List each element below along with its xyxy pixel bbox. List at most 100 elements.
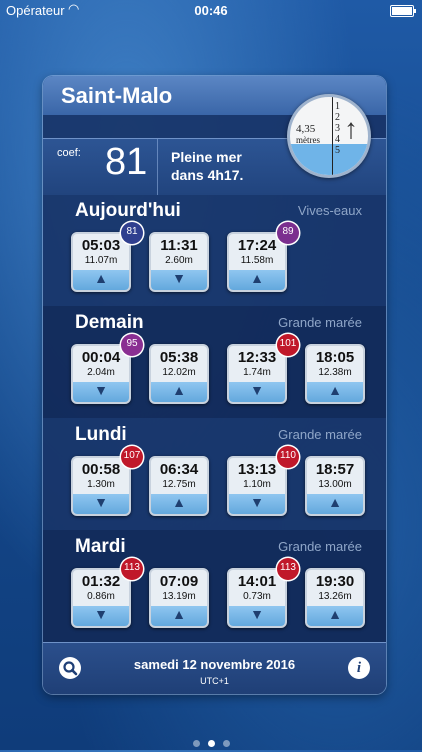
rising-arrow-icon: ▲ <box>172 494 186 510</box>
tide-widget-card: Saint-Malo coef: 81 Pleine mer dans 4h17… <box>43 76 386 694</box>
tide-height: 13.26m <box>318 591 352 602</box>
coef-label: coef: <box>57 147 81 159</box>
day-name: Aujourd'hui <box>75 200 181 221</box>
divider <box>157 139 158 195</box>
tide-height: 11.58m <box>240 255 274 266</box>
info-icon: i <box>356 660 362 676</box>
high-tide-card[interactable]: 07:09 13.19m ▲ <box>149 568 209 628</box>
gauge-unit: mètres <box>296 135 320 145</box>
coefficient-badge: 95 <box>121 334 143 356</box>
low-tide-card[interactable]: 00:58 1.30m ▼ <box>71 456 131 516</box>
tide-time: 11:31 <box>160 237 198 254</box>
rising-arrow-icon: ▲ <box>172 606 186 622</box>
page-dot[interactable] <box>207 740 215 747</box>
day-name: Mardi <box>75 536 126 557</box>
tide-time: 14:01 <box>237 573 277 590</box>
gauge-scale-number: 5 <box>335 145 340 156</box>
tide-height: 1.10m <box>243 479 271 490</box>
rising-arrow-icon: ▲ <box>328 606 342 622</box>
gauge-scale-number: 1 <box>335 101 340 112</box>
tide-time: 00:04 <box>81 349 121 366</box>
tide-time: 19:30 <box>315 573 355 590</box>
high-tide-card[interactable]: 05:03 11.07m ▲ <box>71 232 131 292</box>
water-level-gauge: 12345 4,35 mètres ↑ <box>287 94 371 178</box>
high-tide-card[interactable]: 05:38 12.02m ▲ <box>149 344 209 404</box>
coefficient-badge: 113 <box>121 558 143 580</box>
tide-time: 05:03 <box>81 237 121 254</box>
day-section: Demain Grande marée 00:04 2.04m ▼ 95 05:38 12.0… <box>43 306 386 418</box>
coefficient-badge: 81 <box>121 222 143 244</box>
current-date: samedi 12 novembre 2016 <box>133 657 296 672</box>
tide-height: 2.60m <box>165 255 193 266</box>
tide-time: 18:05 <box>315 349 355 366</box>
gauge-scale-number: 2 <box>335 112 340 123</box>
coef-value: 81 <box>105 141 148 183</box>
tide-height: 13.00m <box>318 479 352 490</box>
rising-arrow-icon: ▲ <box>328 382 342 398</box>
coefficient-badge: 110 <box>277 446 299 468</box>
gauge-scale-number: 3 <box>335 123 340 134</box>
city-name[interactable]: Saint-Malo <box>61 83 172 109</box>
footer-bar: samedi 12 novembre 2016 UTC+1 i <box>43 642 386 694</box>
tide-time: 05:38 <box>159 349 199 366</box>
day-section: Lundi Grande marée 00:58 1.30m ▼ 107 06:34 12.7… <box>43 418 386 530</box>
page-dot[interactable] <box>222 740 230 747</box>
tide-time: 18:57 <box>315 461 355 478</box>
tide-height: 11.07m <box>84 255 118 266</box>
day-section: Aujourd'hui Vives-eaux 05:03 11.07m ▲ 81 11:31… <box>43 194 386 306</box>
low-tide-card[interactable]: 00:04 2.04m ▼ <box>71 344 131 404</box>
tide-type-label: Vives-eaux <box>297 203 362 218</box>
falling-arrow-icon: ▼ <box>94 382 108 398</box>
rising-arrow-icon: ▲ <box>94 270 108 286</box>
tide-time: 12:33 <box>237 349 277 366</box>
timezone-label: UTC+1 <box>200 676 229 686</box>
gauge-value: 4,35 <box>296 123 316 135</box>
coefficient-badge: 107 <box>121 446 143 468</box>
tide-time: 13:13 <box>237 461 277 478</box>
low-tide-card[interactable]: 12:33 1.74m ▼ <box>227 344 287 404</box>
rising-arrow-icon: ▲ <box>328 494 342 510</box>
tide-type-label: Grande marée <box>278 427 362 442</box>
low-tide-card[interactable]: 11:31 2.60m ▼ <box>149 232 209 292</box>
page-indicator[interactable] <box>0 734 422 752</box>
falling-arrow-icon: ▼ <box>250 606 264 622</box>
info-button[interactable]: i <box>348 657 370 679</box>
low-tide-card[interactable]: 14:01 0.73m ▼ <box>227 568 287 628</box>
page-dot[interactable] <box>192 740 200 747</box>
falling-arrow-icon: ▼ <box>94 494 108 510</box>
tide-height: 0.73m <box>243 591 271 602</box>
coefficient-badge: 101 <box>277 334 299 356</box>
falling-arrow-icon: ▼ <box>94 606 108 622</box>
falling-arrow-icon: ▼ <box>250 494 264 510</box>
tide-height: 2.04m <box>87 367 115 378</box>
tide-height: 12.75m <box>162 479 196 490</box>
coefficient-badge: 113 <box>277 558 299 580</box>
gauge-water-fill <box>290 143 368 175</box>
rising-arrow-icon: ▲ <box>172 382 186 398</box>
tide-height: 12.38m <box>318 367 352 378</box>
gauge-scale-number: 4 <box>335 134 340 145</box>
tide-type-label: Grande marée <box>278 315 362 330</box>
high-tide-card[interactable]: 17:24 11.58m ▲ <box>227 232 287 292</box>
low-tide-card[interactable]: 13:13 1.10m ▼ <box>227 456 287 516</box>
high-tide-card[interactable]: 19:30 13.26m ▲ <box>305 568 365 628</box>
day-section: Mardi Grande marée 01:32 0.86m ▼ 113 07:09 13.1… <box>43 530 386 642</box>
status-bar: Opérateur ◠ 00:46 <box>0 0 422 22</box>
tide-time: 07:09 <box>159 573 199 590</box>
high-tide-card[interactable]: 18:05 12.38m ▲ <box>305 344 365 404</box>
high-tide-card[interactable]: 18:57 13.00m ▲ <box>305 456 365 516</box>
rising-arrow-icon: ▲ <box>250 270 264 286</box>
tide-height: 12.02m <box>162 367 196 378</box>
falling-arrow-icon: ▼ <box>172 270 186 286</box>
gauge-scale-numbers: 12345 <box>335 101 340 156</box>
day-name: Demain <box>75 312 144 333</box>
high-tide-card[interactable]: 06:34 12.75m ▲ <box>149 456 209 516</box>
tide-time: 17:24 <box>237 237 277 254</box>
high-tide-countdown: dans 4h17. <box>171 167 244 183</box>
status-time: 00:46 <box>194 3 228 18</box>
day-name: Lundi <box>75 424 127 445</box>
low-tide-card[interactable]: 01:32 0.86m ▼ <box>71 568 131 628</box>
tide-height: 1.74m <box>243 367 271 378</box>
up-arrow-icon: ↑ <box>344 113 358 144</box>
tide-type-label: Grande marée <box>278 539 362 554</box>
